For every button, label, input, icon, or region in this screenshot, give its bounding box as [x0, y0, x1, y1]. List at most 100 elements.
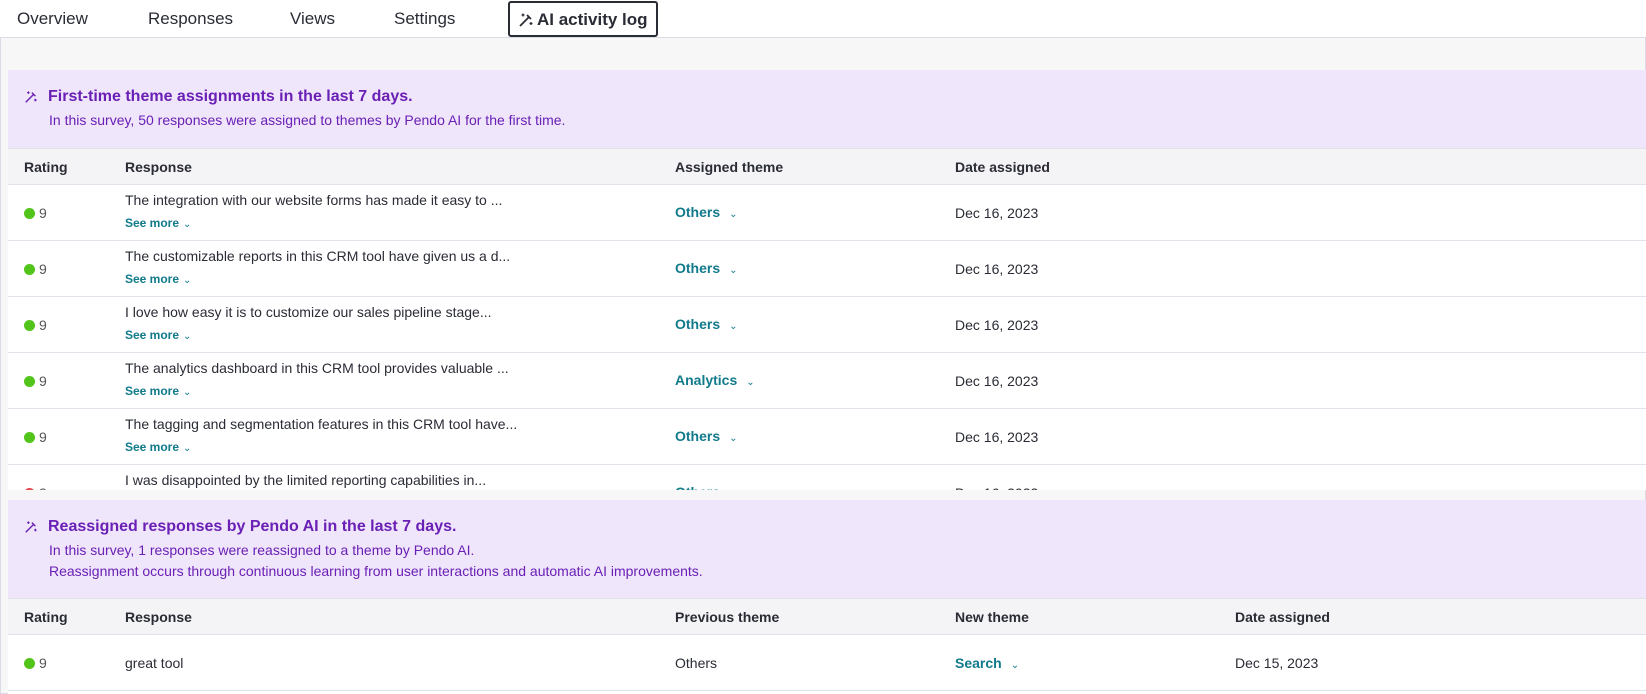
- date-assigned: Dec 16, 2023: [955, 485, 1038, 490]
- col-response: Response: [125, 609, 192, 625]
- reassigned-subtitle-1: In this survey, 1 responses were reassig…: [49, 542, 475, 558]
- rating-cell: 9: [24, 429, 47, 445]
- theme-dropdown[interactable]: Others ⌄: [675, 204, 738, 220]
- chevron-down-icon: ⌄: [183, 275, 192, 286]
- theme-dropdown[interactable]: Others ⌄: [675, 260, 738, 276]
- rating-cell: 9: [24, 317, 47, 333]
- rating-cell: 9: [24, 655, 47, 671]
- previous-theme: Others: [675, 655, 718, 671]
- rating-value: 9: [39, 373, 47, 389]
- table-row: 9 The tagging and segmentation features i…: [8, 409, 1646, 465]
- theme-label: Others: [675, 204, 721, 220]
- chevron-down-icon: ⌄: [1010, 660, 1020, 671]
- col-previous-theme: Previous theme: [675, 609, 780, 625]
- first-time-subtitle: In this survey, 50 responses were assign…: [49, 112, 566, 128]
- chevron-down-icon: ⌄: [729, 489, 737, 490]
- magic-wand-icon: [24, 520, 38, 537]
- col-assigned-theme: Assigned theme: [675, 159, 784, 175]
- date-assigned: Dec 16, 2023: [955, 373, 1039, 389]
- chevron-down-icon: ⌄: [729, 321, 738, 332]
- theme-label: Analytics: [675, 372, 738, 388]
- response-text: The customizable reports in this CRM too…: [125, 248, 511, 264]
- see-more-button[interactable]: See more ⌄: [125, 216, 191, 230]
- theme-dropdown[interactable]: Others ⌄: [675, 484, 738, 490]
- sentiment-dot-icon: [24, 320, 35, 331]
- chevron-down-icon: ⌄: [183, 219, 192, 230]
- sentiment-dot-icon: [24, 376, 35, 387]
- theme-label: Others: [675, 260, 721, 276]
- sentiment-dot-icon: [24, 488, 35, 490]
- tab-views[interactable]: Views: [290, 0, 335, 37]
- date-assigned: Dec 15, 2023: [1235, 655, 1319, 671]
- response-text: The tagging and segmentation features in…: [125, 416, 518, 432]
- magic-wand-icon: [24, 90, 38, 107]
- date-assigned: Dec 16, 2023: [955, 429, 1039, 445]
- rating-value: 9: [39, 655, 47, 671]
- sentiment-dot-icon: [24, 658, 35, 669]
- col-date-assigned: Date assigned: [1235, 609, 1330, 625]
- see-more-label: See more: [125, 216, 180, 230]
- response-text: The analytics dashboard in this CRM tool…: [125, 360, 509, 376]
- col-rating: Rating: [24, 609, 68, 625]
- col-rating: Rating: [24, 159, 68, 175]
- table-row: 9 I love how easy it is to customize our …: [8, 297, 1646, 353]
- sentiment-dot-icon: [24, 432, 35, 443]
- first-time-banner: First-time theme assignments in the last…: [8, 70, 1646, 148]
- response-text: I was disappointed by the limited report…: [125, 472, 487, 488]
- see-more-label: See more: [125, 328, 180, 342]
- rating-value: 9: [39, 429, 47, 445]
- col-date-assigned: Date assigned: [955, 159, 1050, 175]
- new-theme-dropdown[interactable]: Search ⌄: [955, 655, 1019, 671]
- response-text: great tool: [125, 655, 184, 671]
- theme-dropdown[interactable]: Others ⌄: [675, 428, 738, 444]
- table-row: 9 The integration with our website forms …: [8, 185, 1646, 241]
- chevron-down-icon: ⌄: [729, 265, 738, 276]
- theme-label: Others: [675, 484, 720, 490]
- first-time-table-body[interactable]: 9 The integration with our website forms …: [8, 185, 1646, 490]
- reassigned-table-body: 9 great tool Others Search ⌄ Dec 15, 2023: [8, 635, 1646, 691]
- rating-value: 9: [39, 261, 47, 277]
- col-new-theme: New theme: [955, 609, 1029, 625]
- rating-cell: 3: [24, 485, 47, 490]
- see-more-label: See more: [125, 272, 180, 286]
- see-more-label: See more: [125, 384, 180, 398]
- chevron-down-icon: ⌄: [729, 433, 738, 444]
- first-time-section: First-time theme assignments in the last…: [8, 70, 1646, 490]
- see-more-button[interactable]: See more ⌄: [125, 328, 191, 342]
- reassigned-banner: Reassigned responses by Pendo AI in the …: [8, 500, 1646, 598]
- theme-dropdown[interactable]: Others ⌄: [675, 316, 738, 332]
- rating-cell: 9: [24, 373, 47, 389]
- rating-value: 3: [39, 485, 47, 490]
- chevron-down-icon: ⌄: [183, 331, 192, 342]
- date-assigned: Dec 16, 2023: [955, 317, 1039, 333]
- tab-overview[interactable]: Overview: [17, 0, 88, 37]
- see-more-label: See more: [125, 440, 180, 454]
- magic-wand-icon: [518, 10, 537, 29]
- tab-responses[interactable]: Responses: [148, 0, 233, 37]
- rating-value: 9: [39, 205, 47, 221]
- date-assigned: Dec 16, 2023: [955, 205, 1039, 221]
- tab-ai-activity-log[interactable]: AI activity log: [508, 1, 658, 37]
- reassigned-table-header: Rating Response Previous theme New theme…: [8, 598, 1646, 635]
- table-row: 9 The customizable reports in this CRM to…: [8, 241, 1646, 297]
- see-more-button[interactable]: See more ⌄: [125, 384, 191, 398]
- theme-label: Others: [675, 428, 721, 444]
- chevron-down-icon: ⌄: [729, 209, 738, 220]
- rating-cell: 9: [24, 205, 47, 221]
- rating-cell: 9: [24, 261, 47, 277]
- chevron-down-icon: ⌄: [183, 387, 192, 398]
- tab-bar: Overview Responses Views Settings AI act…: [0, 0, 1646, 38]
- sentiment-dot-icon: [24, 264, 35, 275]
- see-more-button[interactable]: See more ⌄: [125, 440, 191, 454]
- theme-dropdown[interactable]: Analytics ⌄: [675, 372, 755, 388]
- table-row: 3 I was disappointed by the limited repor…: [8, 465, 1646, 490]
- reassigned-title: Reassigned responses by Pendo AI in the …: [48, 518, 457, 535]
- reassigned-section: Reassigned responses by Pendo AI in the …: [8, 500, 1646, 694]
- date-assigned: Dec 16, 2023: [955, 261, 1039, 277]
- table-row: 9 The analytics dashboard in this CRM too…: [8, 353, 1646, 409]
- tab-settings[interactable]: Settings: [394, 0, 455, 37]
- see-more-button[interactable]: See more ⌄: [125, 272, 191, 286]
- tab-ai-activity-log-label: AI activity log: [537, 10, 648, 29]
- col-response: Response: [125, 159, 192, 175]
- response-text: The integration with our website forms h…: [125, 192, 503, 208]
